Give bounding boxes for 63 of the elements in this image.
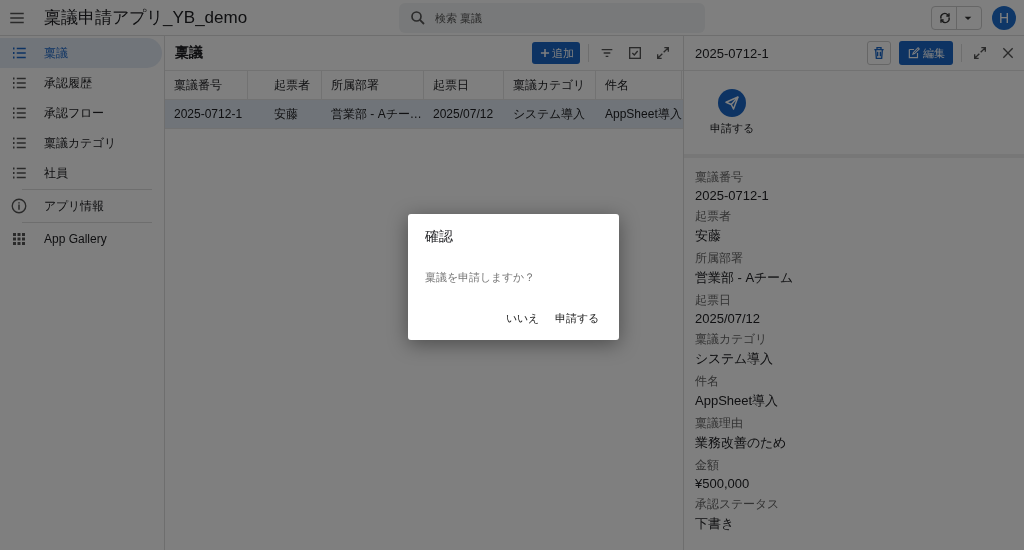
checkbox-icon[interactable] [627, 45, 643, 61]
field-label: 起票日 [695, 292, 732, 309]
field-label: 稟議理由 [695, 415, 744, 432]
table-cell-text: システム導入 [512, 105, 586, 123]
field-value: AppSheet導入 [695, 392, 780, 410]
app-title: 稟議申請アプリ_YB_demo [44, 7, 249, 29]
sidebar-item[interactable]: App Gallery [0, 224, 162, 254]
column-header[interactable]: 稟議番号 [165, 71, 248, 99]
field-label: 承認ステータス [695, 496, 780, 513]
grid-icon[interactable] [10, 230, 28, 248]
field-value: 営業部 - Aチーム [695, 269, 795, 287]
dialog-button[interactable]: いいえ [502, 307, 543, 330]
column-header[interactable]: 件名 [596, 71, 682, 99]
edit-icon[interactable] [907, 46, 921, 60]
sidebar-item[interactable]: 社員 [0, 158, 162, 188]
dialog-message: 稟議を申請しますか？ [425, 270, 536, 285]
sidebar-item[interactable]: 稟議カテゴリ [0, 128, 162, 158]
field-label: 稟議カテゴリ [695, 331, 768, 348]
add-button[interactable]: 追加 [532, 42, 580, 64]
column-header[interactable]: 所属部署 [322, 71, 424, 99]
search-field[interactable]: 検索 稟議 [399, 2, 705, 33]
info-icon[interactable] [10, 197, 28, 215]
sidebar-item[interactable]: 承認フロー [0, 98, 162, 128]
dialog-title: 確認 [425, 228, 454, 246]
field-value: 2025/07/12 [695, 311, 762, 326]
table-row[interactable]: 2025-0712-1 安藤 営業部 - Aチー… 2025/07/12 システム導入 AppSheet導入 [165, 100, 683, 129]
paper-plane-icon[interactable] [723, 94, 741, 112]
sync-button[interactable] [931, 5, 982, 30]
table-cell-text: 2025-0712-1 [173, 106, 244, 123]
table-cell-text: 2025/07/12 [432, 106, 495, 123]
field-label: 金額 [695, 457, 720, 474]
field-label: 起票者 [695, 208, 732, 225]
field-label: 所属部署 [695, 250, 744, 267]
send-action-button[interactable] [718, 89, 746, 117]
dialog-button[interactable]: 申請する [551, 307, 603, 330]
field-value: 安藤 [695, 227, 722, 245]
expand-icon[interactable] [655, 45, 671, 61]
detail-title: 2025-0712-1 [695, 45, 769, 61]
table-cell-text: AppSheet導入 [604, 105, 682, 123]
field-value: 2025-0712-1 [695, 188, 770, 203]
avatar[interactable]: H [992, 5, 1016, 30]
column-header[interactable]: 起票者 [248, 71, 322, 99]
field-value: 業務改善のため [695, 434, 787, 452]
field-label: 件名 [695, 373, 720, 390]
delete-button[interactable] [867, 41, 891, 65]
field-value: システム導入 [695, 350, 774, 368]
sidebar-item[interactable]: 承認履歴 [0, 68, 162, 98]
close-icon[interactable] [1000, 45, 1016, 61]
action-label[interactable]: 申請する [710, 121, 754, 136]
trash-icon [871, 45, 887, 61]
edit-button[interactable]: 編集 [899, 41, 953, 65]
plus-icon[interactable] [538, 46, 552, 60]
sidebar-item[interactable]: 稟議 [0, 38, 162, 68]
sidebar-item[interactable]: アプリ情報 [0, 191, 162, 221]
view-title: 稟議 [175, 44, 203, 62]
field-label: 稟議番号 [695, 169, 744, 186]
column-header[interactable]: 稟議カテゴリ [504, 71, 596, 99]
field-value: ¥500,000 [695, 476, 751, 491]
column-header[interactable]: 起票日 [424, 71, 504, 99]
table-cell-text: 安藤 [273, 105, 299, 123]
field-value: 下書き [695, 515, 735, 533]
table-cell-text: 営業部 - Aチー… [330, 105, 423, 123]
expand-icon[interactable] [972, 45, 988, 61]
